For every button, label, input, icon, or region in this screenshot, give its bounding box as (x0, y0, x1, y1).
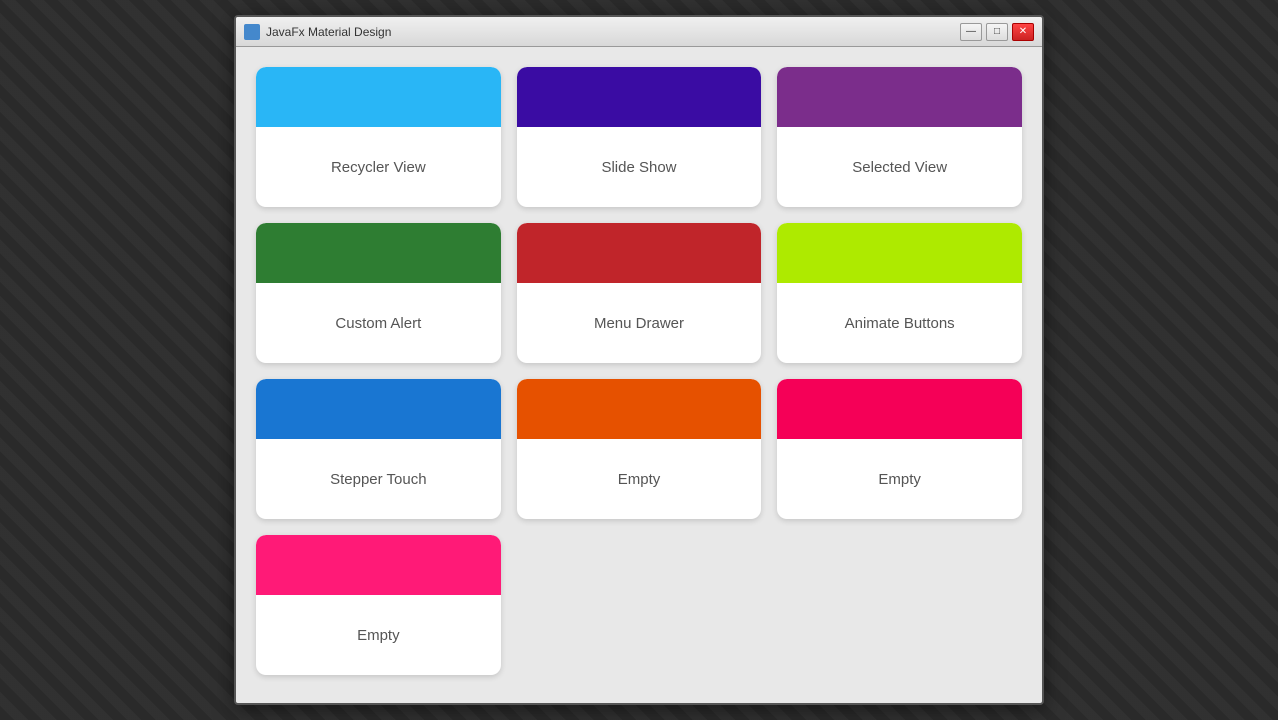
minimize-button[interactable]: — (960, 23, 982, 41)
card-body-empty-2: Empty (777, 439, 1022, 519)
scroll-container[interactable]: Recycler View Slide Show Selected View Cust… (236, 47, 1042, 703)
card-empty-2[interactable]: Empty (777, 379, 1022, 519)
card-header-empty-1 (517, 379, 762, 439)
card-empty-1[interactable]: Empty (517, 379, 762, 519)
card-animate-buttons[interactable]: Animate Buttons (777, 223, 1022, 363)
card-label-custom-alert: Custom Alert (335, 315, 421, 332)
card-label-empty-2: Empty (878, 471, 921, 488)
card-body-stepper-touch: Stepper Touch (256, 439, 501, 519)
card-body-slide-show: Slide Show (517, 127, 762, 207)
card-header-stepper-touch (256, 379, 501, 439)
card-label-empty-1: Empty (618, 471, 661, 488)
card-body-menu-drawer: Menu Drawer (517, 283, 762, 363)
card-header-selected-view (777, 67, 1022, 127)
content-area: Recycler View Slide Show Selected View Cust… (236, 47, 1042, 703)
card-body-empty-3: Empty (256, 595, 501, 675)
main-window: JavaFx Material Design — □ ✕ Recycler Vi… (234, 15, 1044, 705)
window-icon (244, 24, 260, 40)
card-custom-alert[interactable]: Custom Alert (256, 223, 501, 363)
card-header-recycler-view (256, 67, 501, 127)
card-body-recycler-view: Recycler View (256, 127, 501, 207)
window-controls: — □ ✕ (960, 23, 1034, 41)
window-title: JavaFx Material Design (266, 25, 960, 39)
card-label-animate-buttons: Animate Buttons (845, 315, 955, 332)
card-body-custom-alert: Custom Alert (256, 283, 501, 363)
card-label-selected-view: Selected View (852, 159, 947, 176)
card-header-menu-drawer (517, 223, 762, 283)
card-label-empty-3: Empty (357, 627, 400, 644)
card-empty-3[interactable]: Empty (256, 535, 501, 675)
card-label-slide-show: Slide Show (601, 159, 676, 176)
card-recycler-view[interactable]: Recycler View (256, 67, 501, 207)
title-bar: JavaFx Material Design — □ ✕ (236, 17, 1042, 47)
card-header-empty-3 (256, 535, 501, 595)
close-button[interactable]: ✕ (1012, 23, 1034, 41)
card-header-slide-show (517, 67, 762, 127)
card-header-animate-buttons (777, 223, 1022, 283)
card-header-custom-alert (256, 223, 501, 283)
card-label-stepper-touch: Stepper Touch (330, 471, 426, 488)
card-header-empty-2 (777, 379, 1022, 439)
card-label-recycler-view: Recycler View (331, 159, 426, 176)
card-menu-drawer[interactable]: Menu Drawer (517, 223, 762, 363)
card-label-menu-drawer: Menu Drawer (594, 315, 684, 332)
maximize-button[interactable]: □ (986, 23, 1008, 41)
card-slide-show[interactable]: Slide Show (517, 67, 762, 207)
card-body-selected-view: Selected View (777, 127, 1022, 207)
card-body-empty-1: Empty (517, 439, 762, 519)
card-body-animate-buttons: Animate Buttons (777, 283, 1022, 363)
card-stepper-touch[interactable]: Stepper Touch (256, 379, 501, 519)
card-grid: Recycler View Slide Show Selected View Cust… (256, 67, 1022, 675)
card-selected-view[interactable]: Selected View (777, 67, 1022, 207)
